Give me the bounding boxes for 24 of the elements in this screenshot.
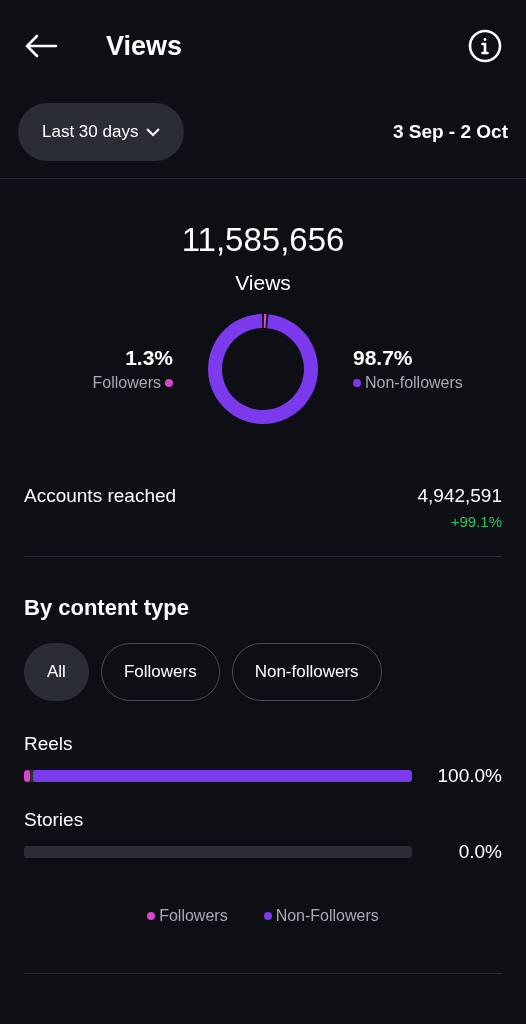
accounts-reached-value: 4,942,591 <box>417 485 502 507</box>
change-percent: +99.1% <box>450 513 502 530</box>
back-button[interactable] <box>24 34 58 58</box>
followers-slice <box>263 314 267 329</box>
views-total: 11,585,656 <box>180 221 346 259</box>
date-range: 3 Sep - 2 Oct <box>392 121 508 143</box>
followers-percent: 1.3% <box>125 346 173 370</box>
non-followers-label: Non-followers <box>365 374 463 392</box>
filter-chip[interactable]: All <box>24 643 89 701</box>
info-button[interactable] <box>468 29 502 63</box>
date-range-dropdown[interactable]: Last 30 days <box>18 103 185 161</box>
section-title: By content type <box>23 595 191 621</box>
followers-label: Followers <box>92 374 161 392</box>
accounts-reached-label: Accounts reached <box>24 485 177 508</box>
legend-label: Non-Followers <box>275 907 379 925</box>
views-label: Views <box>234 271 292 295</box>
content-type-percent: 0.0% <box>458 841 502 863</box>
chevron-down-icon <box>146 127 161 137</box>
content-type-percent: 100.0% <box>437 765 502 787</box>
content-type-name: Stories <box>24 809 85 831</box>
content-type-name: Reels <box>24 733 74 755</box>
page-title: Views <box>106 30 184 62</box>
legend-label: Followers <box>159 907 228 925</box>
non-followers-percent: 98.7% <box>353 346 413 370</box>
